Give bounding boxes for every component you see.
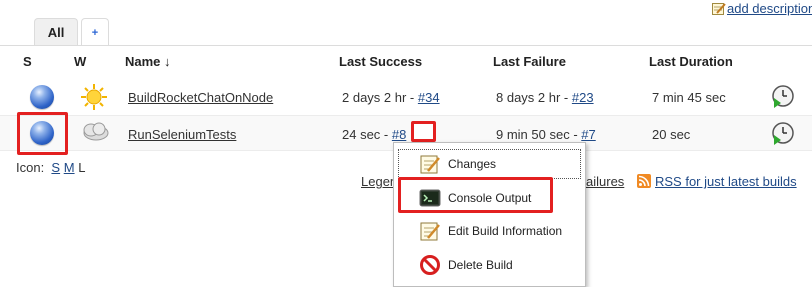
last-duration-cell: 20 sec [652, 127, 691, 142]
menu-item-delete-build[interactable]: Delete Build [394, 250, 585, 280]
menu-item-changes[interactable]: Changes [398, 149, 581, 179]
rss-failures-link[interactable]: ailures [586, 174, 624, 189]
last-failure-cell: 9 min 50 sec - #7 [496, 127, 596, 142]
last-duration-cell: 7 min 45 sec [652, 90, 726, 105]
cloudy-weather-icon [83, 122, 109, 141]
status-blue-ball-icon [30, 121, 54, 145]
no-entry-icon [420, 255, 440, 275]
job-name-link[interactable]: BuildRocketChatOnNode [128, 90, 273, 105]
icon-size-medium-link[interactable]: M [64, 160, 75, 175]
tab-divider [0, 45, 812, 46]
last-failure-cell: 8 days 2 hr - #23 [496, 90, 594, 105]
last-failure-build-link[interactable]: #7 [581, 127, 595, 142]
icon-size-small-link[interactable]: S [51, 160, 60, 175]
menu-item-edit-build-information[interactable]: Edit Build Information [394, 216, 585, 246]
add-description-link[interactable]: add description [727, 1, 812, 16]
column-header-last-failure[interactable]: Last Failure [493, 54, 566, 69]
add-description-link-wrap[interactable]: add description [712, 0, 812, 16]
last-success-cell: 24 sec - #8 [342, 127, 406, 142]
build-context-menu: Changes Console Output Edit Build Inform… [393, 142, 586, 287]
legend-link[interactable]: Legen [361, 174, 397, 189]
menu-item-label: Changes [448, 157, 497, 171]
last-success-cell: 2 days 2 hr - #34 [342, 90, 440, 105]
last-failure-text: 8 days 2 hr - [496, 90, 572, 105]
last-success-text: 2 days 2 hr - [342, 90, 418, 105]
rss-icon [637, 174, 651, 188]
notepad-icon [712, 2, 726, 15]
menu-item-label: Delete Build [448, 258, 513, 272]
add-view-tab[interactable]: + [81, 18, 109, 46]
last-success-build-link[interactable]: #34 [418, 90, 440, 105]
icon-size-label: Icon: [16, 160, 45, 175]
last-success-build-link[interactable]: #8 [392, 127, 406, 142]
job-name-link[interactable]: RunSeleniumTests [128, 127, 236, 142]
column-header-last-success[interactable]: Last Success [339, 54, 422, 69]
status-blue-ball-icon [30, 85, 54, 109]
column-header-weather[interactable]: W [74, 54, 86, 69]
schedule-build-icon[interactable] [771, 84, 795, 108]
sunny-weather-icon [81, 84, 107, 110]
last-success-text: 24 sec - [342, 127, 392, 142]
build-menu-dropdown-button[interactable] [411, 121, 436, 142]
schedule-build-icon[interactable] [771, 121, 795, 145]
last-failure-build-link[interactable]: #23 [572, 90, 594, 105]
column-header-name[interactable]: Name ↓ [125, 54, 171, 69]
last-failure-text: 9 min 50 sec - [496, 127, 582, 142]
column-header-status[interactable]: S [23, 54, 32, 69]
notepad-pencil-icon [420, 222, 440, 241]
rss-latest-link[interactable]: RSS for just latest builds [655, 174, 797, 189]
menu-item-label: Edit Build Information [448, 224, 563, 238]
notepad-icon [420, 155, 440, 174]
icon-size-large-current: L [78, 160, 86, 175]
highlight-box [398, 177, 553, 213]
rss-latest-wrap[interactable]: RSS for just latest builds [637, 174, 797, 189]
column-header-last-duration[interactable]: Last Duration [649, 54, 733, 69]
icon-size-selector: Icon: S M L [16, 160, 85, 175]
tab-all[interactable]: All [34, 18, 78, 46]
